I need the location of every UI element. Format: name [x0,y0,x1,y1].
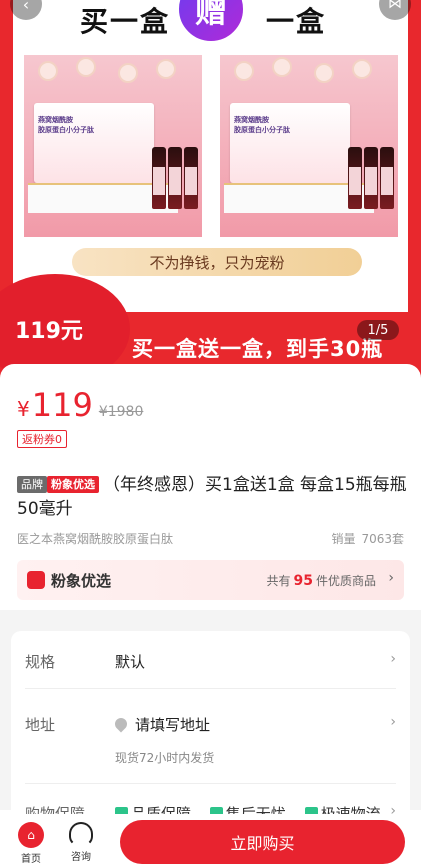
coupon-tag[interactable]: 返粉券0 [17,430,67,448]
chevron-right-icon: › [390,714,396,730]
store-name: 粉象优选 [51,572,112,590]
chevron-right-icon: › [388,570,394,586]
sales-count: 销量 7063套 [325,530,404,547]
bottle [168,147,182,209]
decor-dots [220,55,398,93]
bottom-action-bar: ⌂ 首页 咨询 立即购买 [0,814,421,865]
slogan-pill: 不为挣钱，只为宠粉 [72,248,362,276]
count-value: 95 [293,573,313,589]
brand-tag: 品牌 [17,476,47,493]
store-product-count: 共有 95 件优质商品 [266,572,376,589]
divider [25,688,396,689]
bottle [380,147,394,209]
price-row: ¥ 119 ¥1980 [17,386,143,424]
product-image-2: 燕窝烟酰胺 胶原蛋白小分子肽 [220,55,398,237]
home-icon: ⌂ [18,822,44,848]
spec-value: 默认 [115,653,146,671]
store-logo-icon [27,571,45,589]
product-image-1: 燕窝烟酰胺 胶原蛋白小分子肽 [24,55,202,237]
spec-card: 规格 默认 › 地址 请填写地址 › 现货72小时内发货 购物保障 品质保障 售… [11,631,410,831]
bottle [152,147,166,209]
spec-label: 规格 [25,653,56,671]
nav-home-label: 首页 [21,854,41,865]
select-tag: 粉象优选 [47,476,99,493]
count-prefix: 共有 [266,574,291,588]
product-detail-page: 买一盒 赠 一盒 ‹ ⋈ 燕窝烟酰胺 胶原蛋白小分子肽 燕窝烟酰胺 胶原蛋白小分… [0,0,421,865]
spec-row[interactable]: 规格 默认 › [25,651,396,675]
hero-title-right: 一盒 [266,5,327,38]
location-pin-icon [112,715,130,733]
address-row[interactable]: 地址 请填写地址 › [25,714,396,738]
product-title: 品牌 粉象优选 （年终感恩）买1盒送1盒 每盒15瓶每瓶50毫升 [17,473,407,521]
address-label: 地址 [25,716,56,734]
price-badge: 119元 [15,319,83,344]
buy-now-button[interactable]: 立即购买 [120,820,405,864]
promo-banner: 买一盒送一盒，到手30瓶 [132,337,384,361]
shipping-note: 现货72小时内发货 [115,751,215,765]
original-price: ¥1980 [98,404,144,420]
address-value-wrap: 请填写地址 [112,714,211,735]
headset-icon [69,822,93,846]
bottle [364,147,378,209]
divider [25,783,396,784]
hero-banner[interactable]: 买一盒 赠 一盒 ‹ ⋈ 燕窝烟酰胺 胶原蛋白小分子肽 燕窝烟酰胺 胶原蛋白小分… [0,0,421,400]
address-value: 请填写地址 [135,716,211,734]
nav-consult-label: 咨询 [71,852,91,863]
currency-symbol: ¥ [17,397,30,421]
sales-value: 7063套 [361,532,404,546]
nav-consult[interactable]: 咨询 [64,822,98,863]
bottle [348,147,362,209]
bottle [184,147,198,209]
product-subtitle: 医之本燕窝烟酰胺胶原蛋白肽 [17,532,174,546]
image-page-indicator: 1/5 [357,320,399,340]
hero-title-left: 买一盒 [80,5,171,38]
product-box-label: 燕窝烟酰胺 胶原蛋白小分子肽 [234,116,290,134]
current-price: 119 [31,386,93,424]
product-box-label: 燕窝烟酰胺 胶原蛋白小分子肽 [38,116,94,134]
store-banner[interactable]: 粉象优选 共有 95 件优质商品 › [17,560,404,600]
chevron-right-icon: › [390,651,396,667]
decor-dots [24,55,202,93]
nav-home[interactable]: ⌂ 首页 [16,822,46,865]
count-suffix: 件优质商品 [315,574,376,588]
sales-label: 销量 [331,532,356,546]
